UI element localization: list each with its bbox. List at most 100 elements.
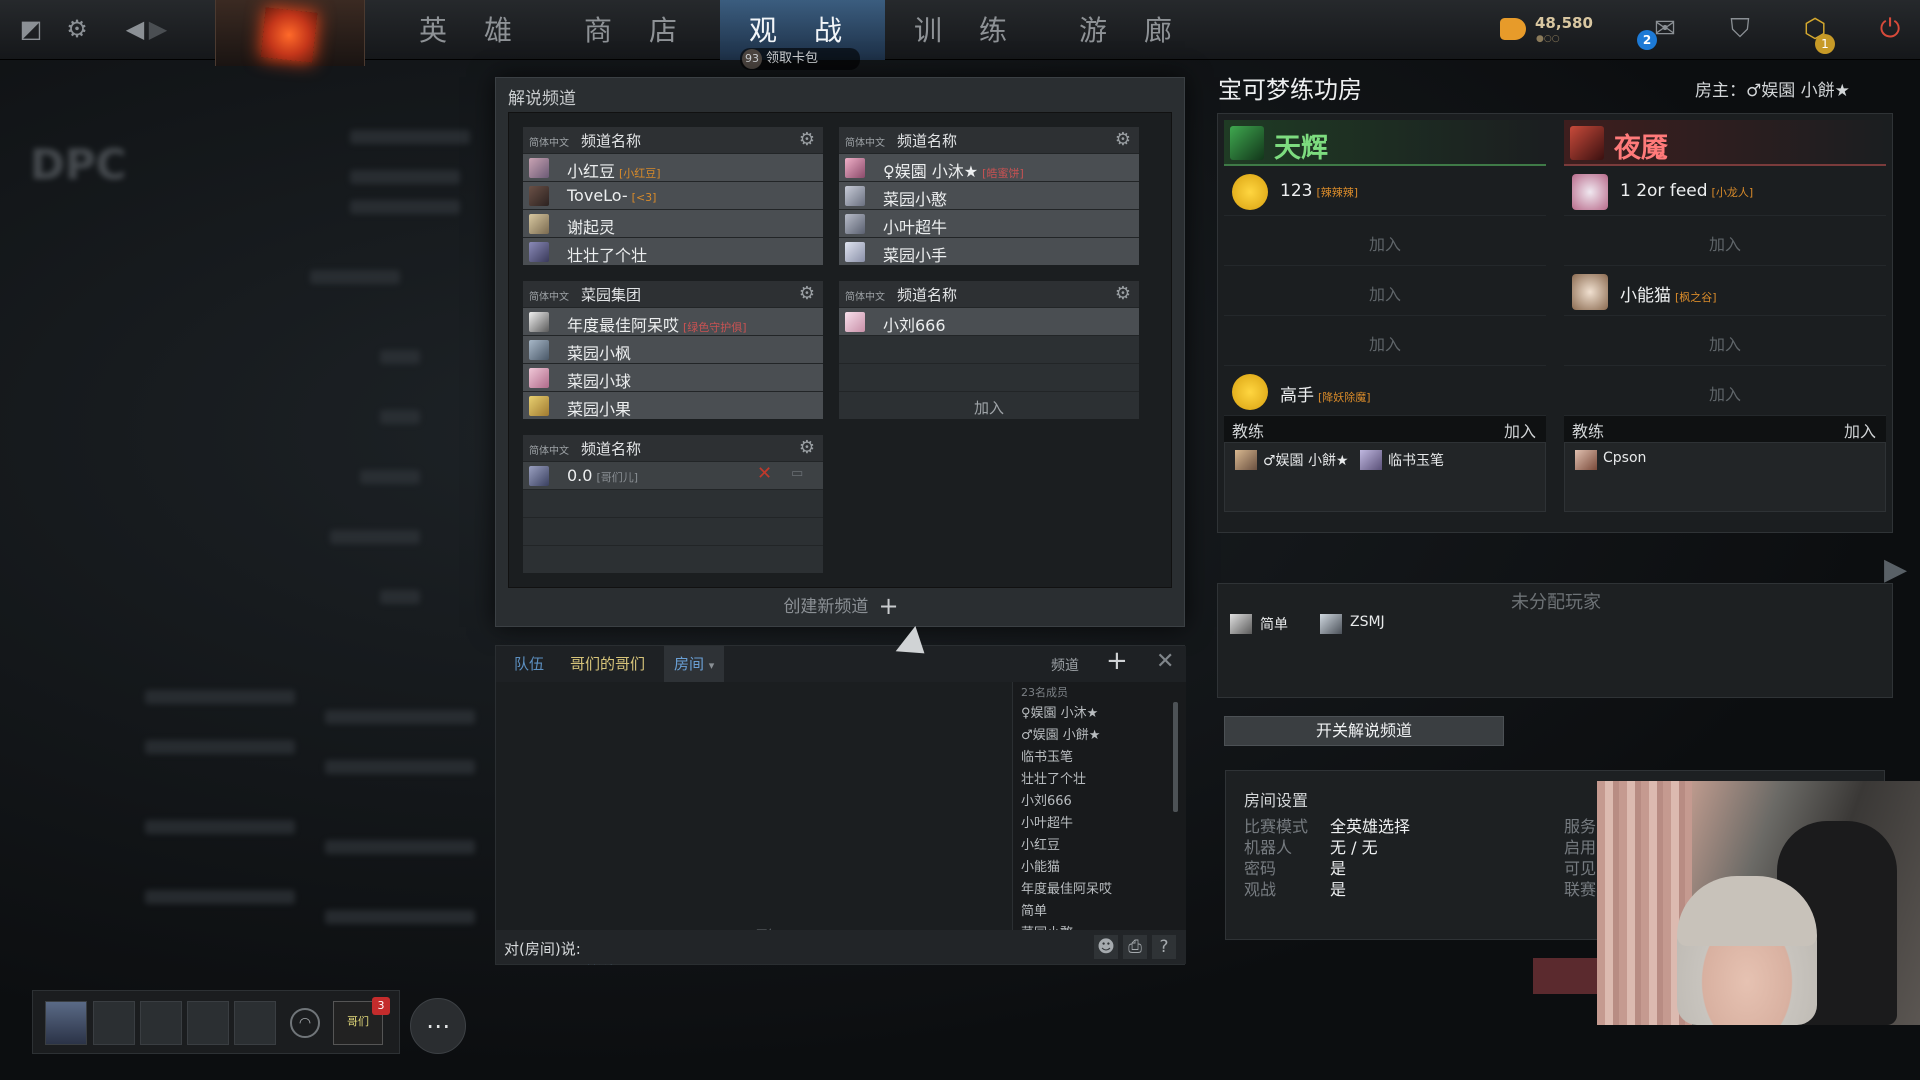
coach-player[interactable]: Cpson xyxy=(1575,450,1646,470)
channel-member[interactable]: 0.0 [哥们儿] ✕ ▭ xyxy=(523,462,823,489)
coach-join-button[interactable]: 加入 xyxy=(1504,418,1536,442)
dota-logo-icon xyxy=(260,7,318,63)
member-tag: [小红豆] xyxy=(619,167,661,180)
avatar xyxy=(529,312,549,332)
player-slot[interactable]: 加入 xyxy=(1564,216,1886,266)
gear-icon[interactable]: ⚙ xyxy=(799,283,815,304)
gear-icon[interactable]: ⚙ xyxy=(62,14,92,44)
tab-team[interactable]: 队伍 xyxy=(504,646,554,682)
coach-join-button[interactable]: 加入 xyxy=(1844,418,1876,442)
leave-lobby-button[interactable] xyxy=(1533,958,1603,994)
battle-pass-notification[interactable]: 93 领取卡包 xyxy=(740,48,860,70)
party-slot[interactable] xyxy=(187,1001,229,1045)
kick-icon[interactable]: ✕ xyxy=(757,463,772,484)
coach-player[interactable]: 临书玉笔 xyxy=(1360,450,1444,470)
expand-arrow-icon[interactable]: ▶ xyxy=(1884,552,1907,587)
player-slot[interactable]: 高手 [降妖除魔] xyxy=(1224,366,1546,416)
member-item[interactable]: 小叶超牛 xyxy=(1021,812,1073,831)
forward-arrow-icon[interactable]: ▶ xyxy=(143,14,173,44)
channel-header: 简体中文 菜园集团 ⚙ xyxy=(523,281,823,307)
party-slot[interactable] xyxy=(93,1001,135,1045)
avatar xyxy=(845,242,865,262)
help-button[interactable]: ? xyxy=(1152,935,1176,959)
player-slot[interactable]: 加入 xyxy=(1224,316,1546,366)
create-channel-button[interactable]: 创建新频道 + xyxy=(496,592,1186,620)
empty-slot xyxy=(523,546,823,573)
power-icon[interactable]: ⏻ xyxy=(1875,14,1905,44)
member-item[interactable]: 简单 xyxy=(1021,900,1047,919)
unassigned-player[interactable]: ZSMJ xyxy=(1320,614,1385,634)
player-slot[interactable]: 123 [辣辣辣] xyxy=(1224,166,1546,216)
tab-arcade[interactable]: 游 廊 xyxy=(1050,0,1215,60)
channel-member[interactable]: 菜园小手 xyxy=(839,238,1139,265)
headset-icon[interactable]: ◠ xyxy=(290,1008,320,1038)
add-channel-icon[interactable]: + xyxy=(1106,646,1128,676)
tab-store[interactable]: 商 店 xyxy=(555,0,720,60)
channel-member[interactable]: ToveLo- [<3] xyxy=(523,182,823,209)
gear-icon[interactable]: ⚙ xyxy=(799,129,815,150)
plus-icon: + xyxy=(878,592,899,620)
member-name: 菜园小憨 xyxy=(883,190,948,209)
channel-member[interactable]: 壮壮了个壮 xyxy=(523,238,823,265)
join-channel-button[interactable]: 加入 xyxy=(839,392,1139,419)
dota-logo-button[interactable] xyxy=(215,0,365,66)
member-item[interactable]: 小能猫 xyxy=(1021,856,1060,875)
channel-member[interactable]: 菜园小憨 xyxy=(839,182,1139,209)
gear-icon[interactable]: ⚙ xyxy=(1115,129,1131,150)
room-member-list: 23名成员 ♀娱園 小沐★ ♂娱園 小餅★ 临书玉笔 壮壮了个壮 小刘666 小… xyxy=(1012,682,1186,930)
party-slot[interactable] xyxy=(234,1001,276,1045)
emoticon-icon[interactable]: ☻ xyxy=(1094,935,1118,959)
armory-icon[interactable]: ⛉ xyxy=(1725,14,1755,44)
member-item[interactable]: 年度最佳阿呆哎 xyxy=(1021,878,1112,897)
camera-icon[interactable]: ▭ xyxy=(791,466,803,481)
close-icon[interactable]: ✕ xyxy=(1156,649,1174,674)
channel-member[interactable]: 年度最佳阿呆哎 [绿色守护俱] xyxy=(523,308,823,335)
member-item[interactable]: 壮壮了个壮 xyxy=(1021,768,1086,787)
dota-menu-icon[interactable]: ◩ xyxy=(16,14,46,44)
tab-learn[interactable]: 训 练 xyxy=(885,0,1050,60)
coach-slots: Cpson xyxy=(1564,442,1886,512)
gear-icon[interactable]: ⚙ xyxy=(1115,283,1131,304)
chat-input-bar[interactable]: 对(房间)说: ☻ ⎙ ? xyxy=(496,930,1186,964)
tab-heroes[interactable]: 英 雄 xyxy=(390,0,555,60)
player-slot[interactable]: 小能猫 [枫之谷] xyxy=(1564,266,1886,316)
chat-tabs: 队伍 哥们的哥们 房间 ▾ 频道 + ✕ xyxy=(496,646,1186,682)
party-slot-self[interactable] xyxy=(45,1001,87,1045)
player-slot[interactable]: 加入 xyxy=(1564,366,1886,416)
member-item[interactable]: ♀娱園 小沐★ xyxy=(1021,702,1098,721)
party-slot[interactable] xyxy=(140,1001,182,1045)
tab-room[interactable]: 房间 ▾ xyxy=(664,646,725,682)
player-slot[interactable]: 加入 xyxy=(1224,216,1546,266)
setting-label: 观战 xyxy=(1244,880,1277,899)
channel-member[interactable]: 小刘666 xyxy=(839,308,1139,335)
channel-member[interactable]: 菜园小果 xyxy=(523,392,823,419)
channel-member[interactable]: 菜园小球 xyxy=(523,364,823,391)
channel-member[interactable]: 菜园小枫 xyxy=(523,336,823,363)
channel-member[interactable]: ♀娱園 小沐★ [皓蜜饼] xyxy=(839,154,1139,181)
player-name: ZSMJ xyxy=(1350,614,1385,630)
unassigned-player[interactable]: 简单 xyxy=(1230,614,1288,634)
channel-member[interactable]: 谢起灵 xyxy=(523,210,823,237)
member-item[interactable]: 临书玉笔 xyxy=(1021,746,1073,765)
member-item[interactable]: 小红豆 xyxy=(1021,834,1060,853)
player-slot[interactable]: 加入 xyxy=(1224,266,1546,316)
friends-icon[interactable]: ⋯ xyxy=(410,998,466,1054)
member-item[interactable]: ♂娱園 小餅★ xyxy=(1021,724,1100,743)
player-slot[interactable]: 加入 xyxy=(1564,316,1886,366)
player-slot[interactable]: 1 2or feed [小龙人] xyxy=(1564,166,1886,216)
member-list-scrollbar[interactable] xyxy=(1173,702,1178,812)
screenshot-icon[interactable]: ⎙ xyxy=(1123,935,1147,959)
member-item[interactable]: 小刘666 xyxy=(1021,790,1072,809)
lobby-title: 宝可梦练功房 xyxy=(1218,76,1362,104)
channel-member[interactable]: 小红豆 [小红豆] xyxy=(523,154,823,181)
tab-bros[interactable]: 哥们的哥们 xyxy=(560,646,655,682)
coach-player[interactable]: ♂娱園 小餅★ xyxy=(1235,450,1349,470)
gear-icon[interactable]: ⚙ xyxy=(799,437,815,458)
shards-counter[interactable]: 48,580 ●○○ xyxy=(1500,12,1610,48)
channel-member[interactable]: 小叶超牛 xyxy=(839,210,1139,237)
join-slot-label: 加入 xyxy=(1368,285,1401,304)
toggle-caster-channel-button[interactable]: 开关解说频道 xyxy=(1224,716,1504,746)
member-item[interactable]: 菜园小憨 xyxy=(1021,922,1073,930)
member-count: 23名成员 xyxy=(1021,686,1068,699)
channel-button[interactable]: 频道 xyxy=(1051,655,1079,675)
